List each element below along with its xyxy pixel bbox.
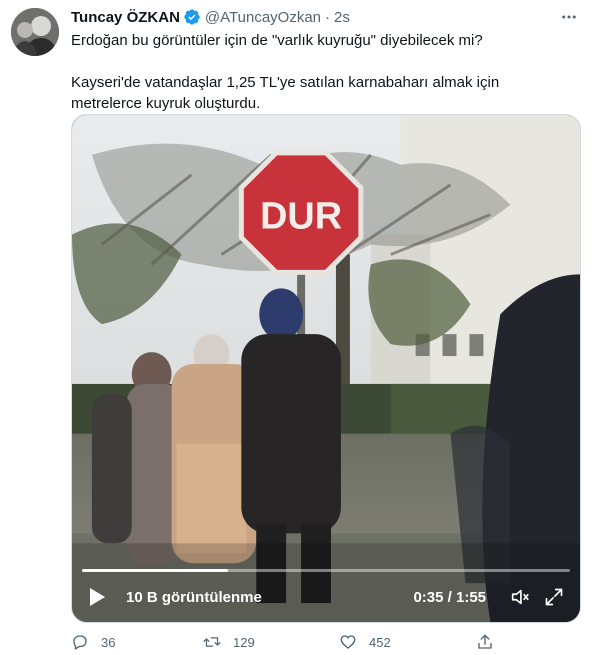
reply-button[interactable]: 36 — [71, 633, 115, 651]
share-icon — [476, 633, 494, 651]
video-controls: 10 B görüntülenme 0:35 / 1:55 — [72, 572, 580, 622]
timestamp[interactable]: 2s — [334, 9, 350, 26]
tweet[interactable]: Tuncay ÖZKAN @ATuncayOzkan · 2s Erdoğan … — [0, 0, 593, 655]
tweet-text-line: metrelerce kuyruk oluşturdu. — [71, 95, 261, 112]
play-icon[interactable] — [86, 586, 108, 608]
retweet-count: 129 — [233, 634, 255, 650]
display-name[interactable]: Tuncay ÖZKAN — [71, 9, 180, 26]
avatar[interactable] — [11, 8, 59, 56]
like-count: 452 — [369, 634, 391, 650]
video-frame: DUR — [72, 115, 580, 622]
view-count: 10 B görüntülenme — [126, 588, 262, 606]
heart-icon — [339, 633, 357, 651]
video-timecode: 0:35 / 1:55 — [413, 588, 486, 606]
reply-count: 36 — [101, 634, 116, 650]
verified-badge-icon — [183, 8, 201, 26]
tweet-text: Erdoğan bu görüntüler için de "varlık ku… — [71, 30, 581, 114]
volume-icon[interactable] — [508, 585, 532, 609]
share-button[interactable] — [476, 633, 494, 651]
video-player[interactable]: DUR 10 B görüntülenme 0:35 / 1:55 — [71, 114, 581, 623]
handle[interactable]: @ATuncayOzkan — [205, 9, 321, 26]
like-button[interactable]: 452 — [339, 633, 391, 651]
fullscreen-icon[interactable] — [542, 585, 566, 609]
more-dots-icon[interactable] — [559, 7, 579, 27]
stop-sign-text: DUR — [260, 196, 342, 238]
retweet-button[interactable]: 129 — [203, 633, 255, 651]
separator-dot: · — [325, 8, 331, 26]
retweet-icon — [203, 633, 221, 651]
reply-icon — [71, 633, 89, 651]
tweet-header: Tuncay ÖZKAN @ATuncayOzkan · 2s — [71, 7, 583, 27]
tweet-text-line: Erdoğan bu görüntüler için de "varlık ku… — [71, 32, 483, 49]
tweet-text-line: Kayseri'de vatandaşlar 1,25 TL'ye satıla… — [71, 74, 500, 91]
